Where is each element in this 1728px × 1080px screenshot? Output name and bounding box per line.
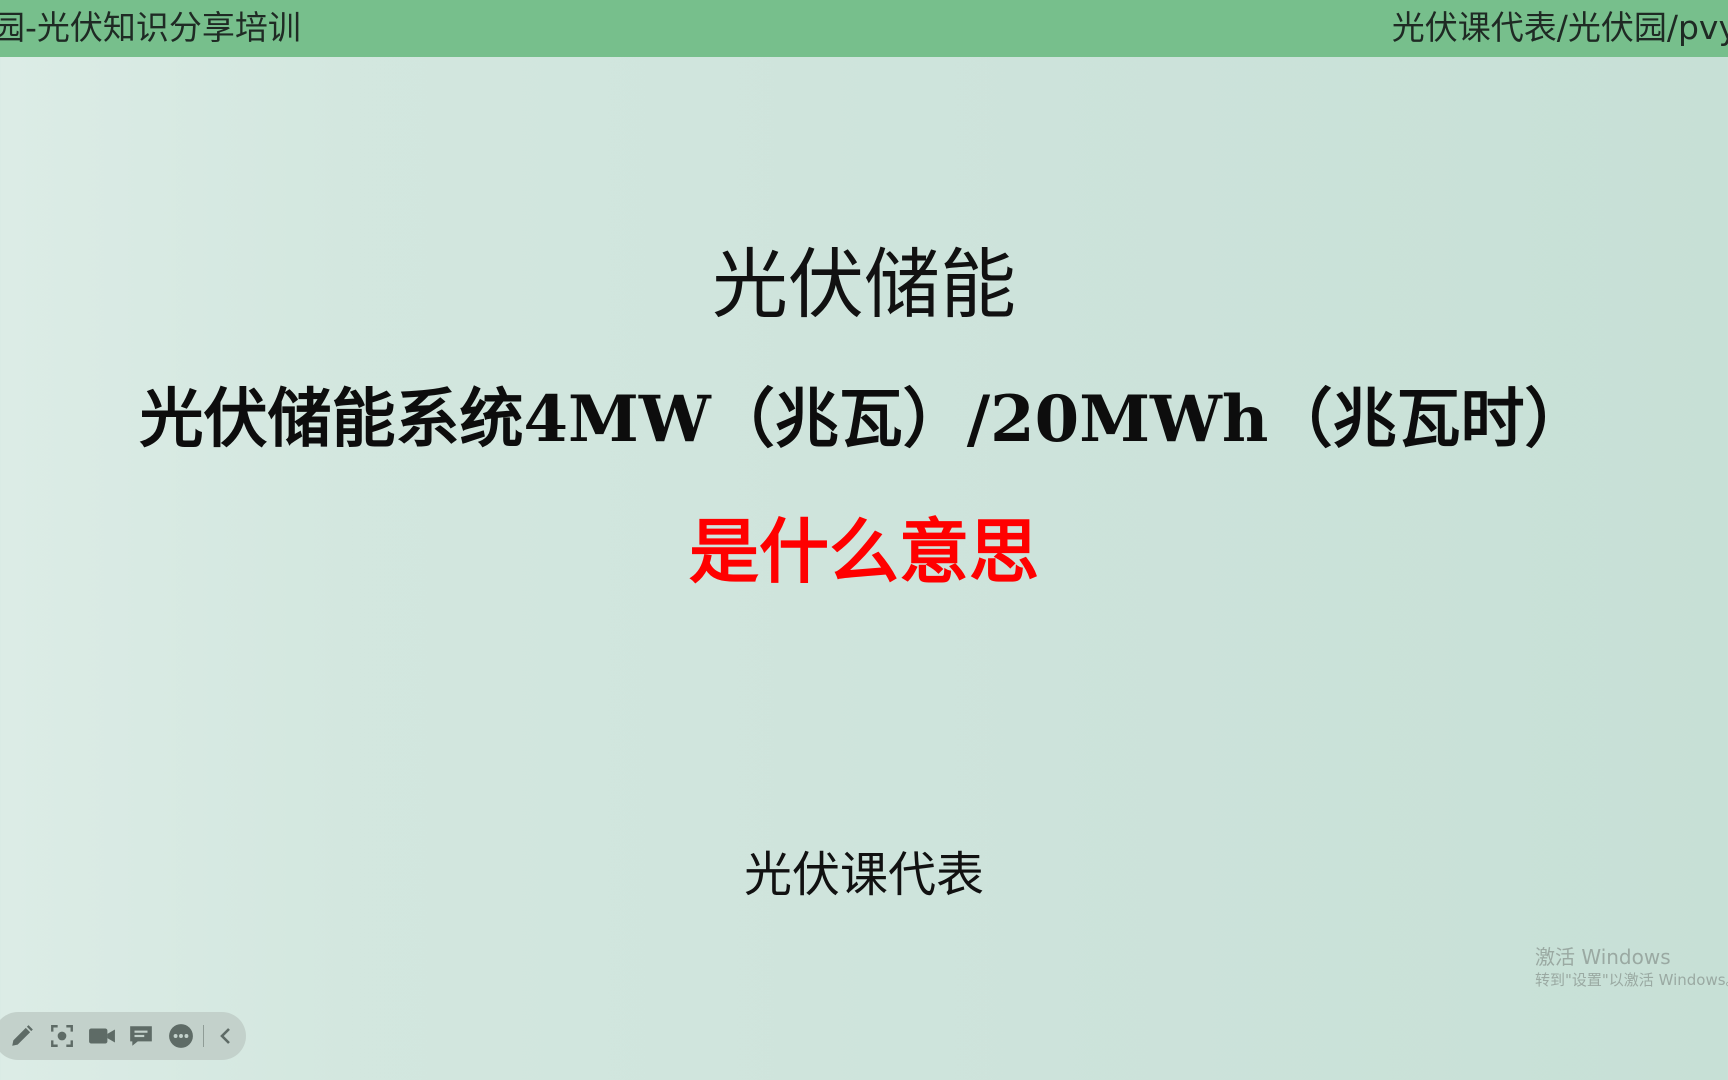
header-left-title: 园-光伏知识分享培训 [0, 8, 301, 47]
watermark-subtitle: 转到"设置"以激活 Windows。 [1535, 971, 1728, 989]
chevron-left-icon [220, 1028, 231, 1044]
pen-button[interactable] [2, 1015, 42, 1057]
watermark-title: 激活 Windows [1535, 945, 1671, 969]
header-right-title: 光伏课代表/光伏园/pvy [1391, 8, 1728, 47]
more-icon [169, 1024, 194, 1048]
collapse-toolbar-button[interactable] [206, 1015, 246, 1057]
record-button[interactable] [82, 1015, 122, 1057]
toolbar-divider [203, 1025, 205, 1047]
screenshot-button[interactable] [42, 1015, 82, 1057]
windows-activation-watermark: 激活 Windows 转到"设置"以激活 Windows。 [1535, 944, 1728, 990]
slide-question: 是什么意思 [689, 510, 1039, 593]
pen-icon [12, 1025, 33, 1046]
video-camera-icon [88, 1028, 115, 1044]
slide-subtitle: 光伏储能系统4MW（兆瓦）/20MWh（兆瓦时） [139, 382, 1589, 457]
comment-icon [130, 1026, 153, 1046]
screenshot-icon [50, 1025, 73, 1047]
slide-title: 光伏储能 [712, 240, 1016, 329]
more-button[interactable] [161, 1015, 201, 1057]
header-bar: 园-光伏知识分享培训 光伏课代表/光伏园/pvy [0, 0, 1728, 57]
slide-author: 光伏课代表 [743, 847, 984, 903]
presentation-toolbar [0, 1012, 246, 1060]
comment-button[interactable] [122, 1015, 162, 1057]
